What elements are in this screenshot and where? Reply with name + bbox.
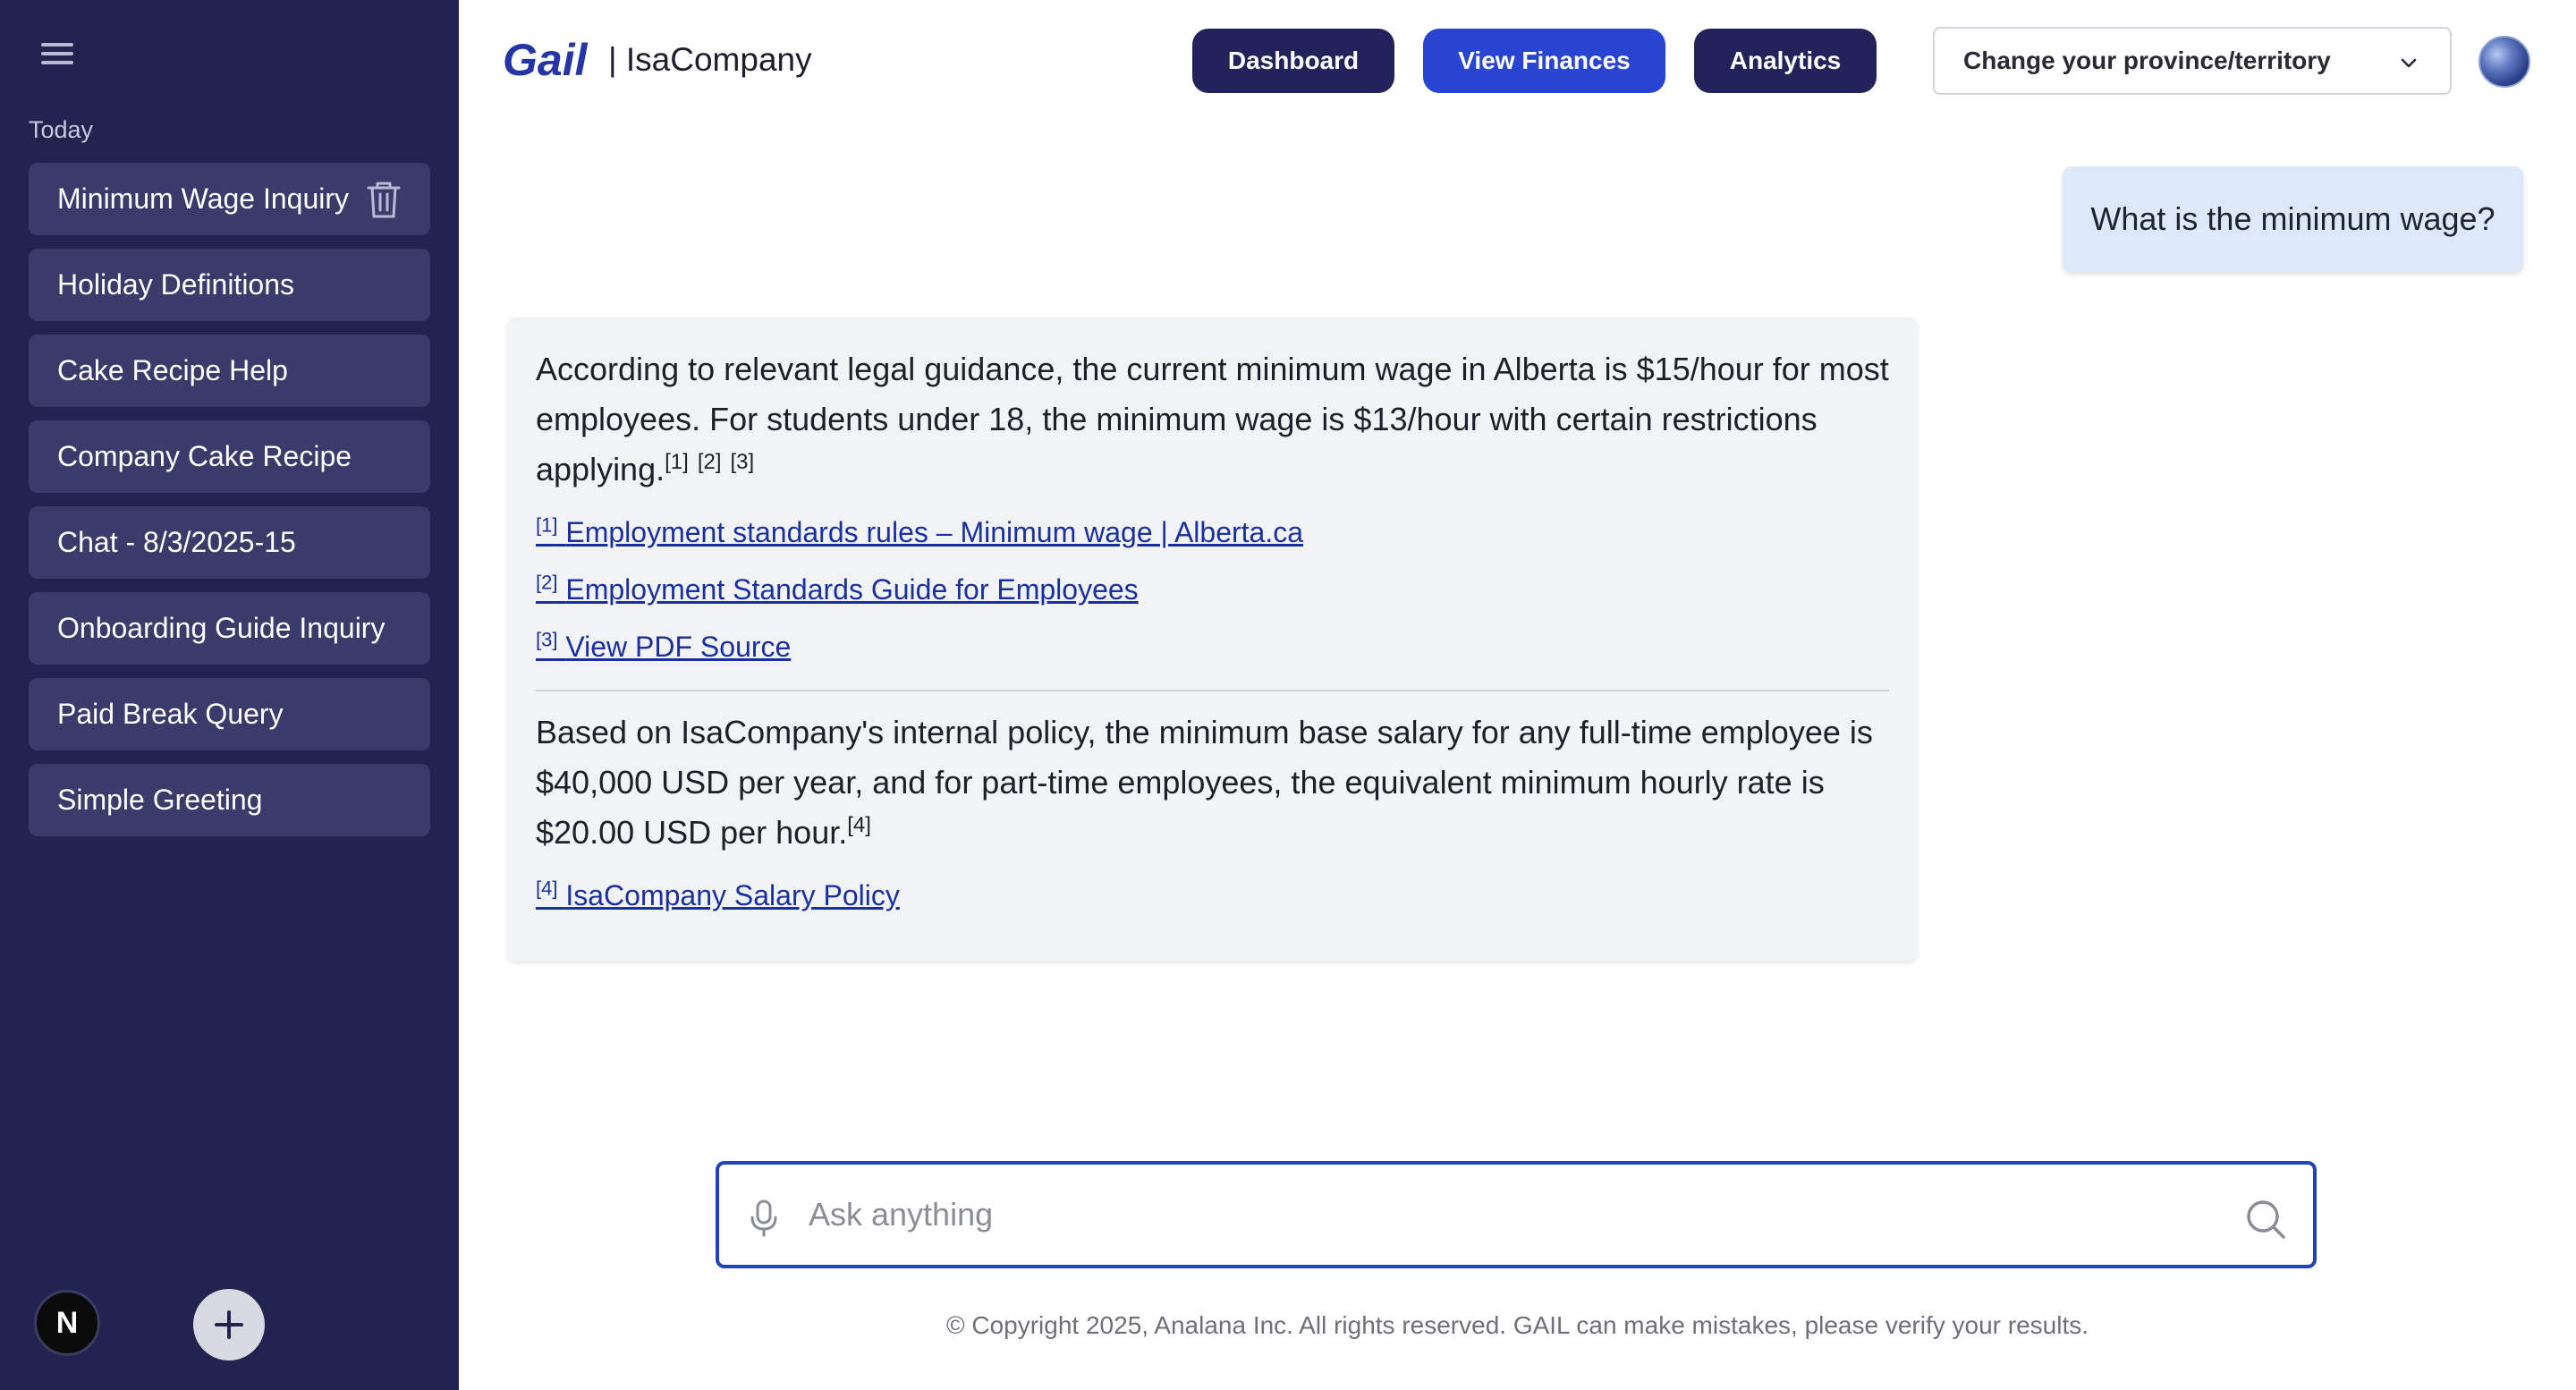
assistant-message-bubble: According to relevant legal guidance, th… xyxy=(507,318,1918,962)
sidebar-item-chat-8-3-2025-15[interactable]: Chat - 8/3/2025-15 xyxy=(29,506,430,579)
answer-divider xyxy=(536,690,1889,691)
sidebar-item-label: Chat - 8/3/2025-15 xyxy=(57,526,296,558)
sidebar-item-label: Company Cake Recipe xyxy=(57,440,352,472)
dashboard-button[interactable]: Dashboard xyxy=(1192,29,1394,93)
answer-paragraph-legal: According to relevant legal guidance, th… xyxy=(536,344,1889,495)
sidebar-item-label: Simple Greeting xyxy=(57,784,263,816)
sidebar-item-label: Onboarding Guide Inquiry xyxy=(57,612,386,644)
brand-logo: Gail xyxy=(503,35,588,85)
reference-marker: [3] xyxy=(536,628,558,651)
reference-list: [1] Employment standards rules – Minimum… xyxy=(536,504,1889,675)
menu-bar xyxy=(41,61,73,64)
reference-label: IsaCompany Salary Policy xyxy=(565,879,900,911)
citation-marker[interactable]: [1] xyxy=(665,450,689,474)
reference-link[interactable]: [1] Employment standards rules – Minimum… xyxy=(536,504,1889,561)
reference-marker: [1] xyxy=(536,513,558,537)
sidebar-item-holiday-definitions[interactable]: Holiday Definitions xyxy=(29,249,430,321)
sidebar-item-company-cake-recipe[interactable]: Company Cake Recipe xyxy=(29,420,430,493)
chevron-down-icon xyxy=(2401,58,2417,68)
trash-icon[interactable] xyxy=(364,179,403,220)
sidebar-item-label: Holiday Definitions xyxy=(57,268,295,301)
sidebar-item-simple-greeting[interactable]: Simple Greeting xyxy=(29,764,430,836)
company-name: | IsaCompany xyxy=(608,41,812,78)
sidebar-item-label: Paid Break Query xyxy=(57,698,284,730)
citation-marker[interactable]: [3] xyxy=(731,450,755,474)
reference-label: Employment standards rules – Minimum wag… xyxy=(565,516,1304,548)
search-icon[interactable] xyxy=(2245,1199,2286,1240)
section-label-today: Today xyxy=(29,116,94,143)
user-initial-avatar[interactable]: N xyxy=(34,1290,100,1356)
sidebar-item-label: Cake Recipe Help xyxy=(57,354,288,386)
reference-label: Employment Standards Guide for Employees xyxy=(565,573,1139,606)
citation-marker[interactable]: [2] xyxy=(698,450,722,474)
sidebar: Today Minimum Wage Inquiry Holiday Defin… xyxy=(0,0,459,1390)
reference-link[interactable]: [4] IsaCompany Salary Policy xyxy=(536,867,1889,924)
app-root: Today Minimum Wage Inquiry Holiday Defin… xyxy=(0,0,2576,1390)
reference-link[interactable]: [3] View PDF Source xyxy=(536,618,1889,675)
menu-icon[interactable] xyxy=(38,38,77,70)
reference-link[interactable]: [2] Employment Standards Guide for Emplo… xyxy=(536,561,1889,618)
new-chat-button[interactable] xyxy=(193,1289,265,1360)
reference-list: [4] IsaCompany Salary Policy xyxy=(536,867,1889,924)
ask-input[interactable] xyxy=(809,1182,2168,1247)
user-avatar[interactable] xyxy=(2479,36,2530,88)
sidebar-item-paid-break-query[interactable]: Paid Break Query xyxy=(29,678,430,750)
sidebar-item-minimum-wage-inquiry[interactable]: Minimum Wage Inquiry xyxy=(29,163,430,235)
view-finances-button[interactable]: View Finances xyxy=(1423,29,1665,93)
answer-text: Based on IsaCompany's internal policy, t… xyxy=(536,714,1873,851)
chat-history-list: Minimum Wage Inquiry Holiday Definitions… xyxy=(29,163,430,850)
province-select-label: Change your province/territory xyxy=(1963,47,2331,74)
sidebar-item-cake-recipe-help[interactable]: Cake Recipe Help xyxy=(29,335,430,407)
user-message-bubble: What is the minimum wage? xyxy=(2063,166,2523,272)
sidebar-item-label: Minimum Wage Inquiry xyxy=(57,182,350,215)
reference-marker: [2] xyxy=(536,571,558,594)
analytics-button[interactable]: Analytics xyxy=(1694,29,1877,93)
footer-copyright: © Copyright 2025, Analana Inc. All right… xyxy=(945,1311,2089,1339)
sidebar-item-onboarding-guide-inquiry[interactable]: Onboarding Guide Inquiry xyxy=(29,592,430,665)
reference-label: View PDF Source xyxy=(565,631,792,663)
menu-bar xyxy=(41,52,73,55)
microphone-icon[interactable] xyxy=(748,1199,780,1238)
ask-box xyxy=(716,1161,2317,1268)
citation-marker[interactable]: [4] xyxy=(847,813,871,837)
reference-marker: [4] xyxy=(536,877,558,900)
answer-paragraph-policy: Based on IsaCompany's internal policy, t… xyxy=(536,708,1889,858)
province-select[interactable]: Change your province/territory xyxy=(1933,27,2452,95)
menu-bar xyxy=(41,43,73,47)
user-message-text: What is the minimum wage? xyxy=(2090,200,2496,237)
